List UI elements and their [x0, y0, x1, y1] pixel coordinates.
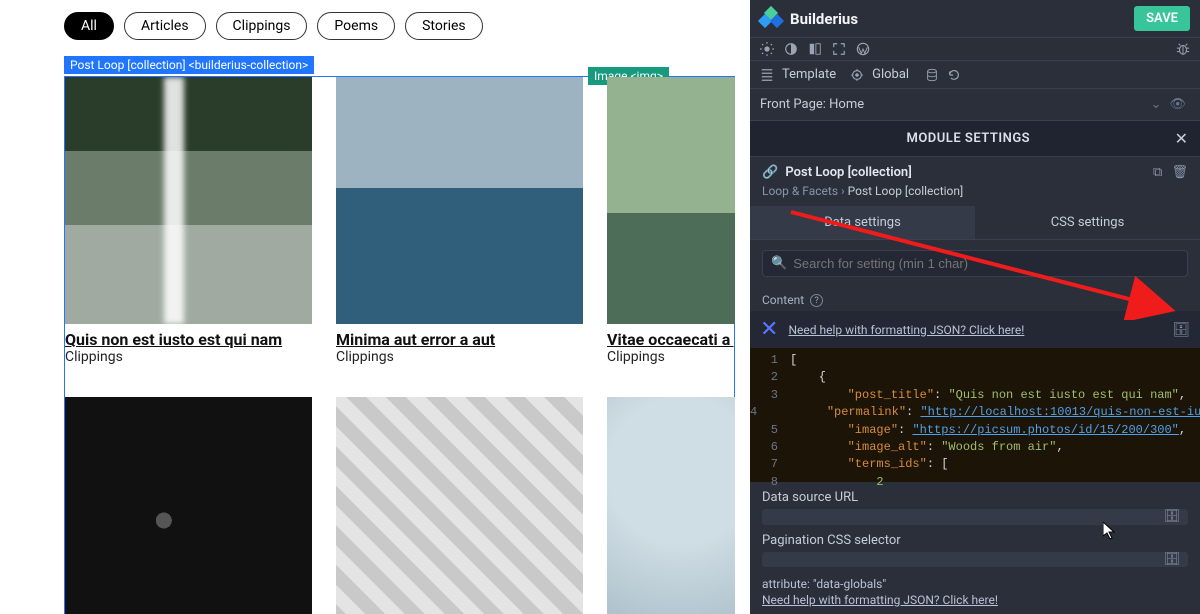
attribute-label: attribute: "data-globals" — [750, 567, 1200, 593]
module-breadcrumb: Loop & Facets › Post Loop [collection] — [750, 182, 1200, 206]
search-icon: 🔍 — [771, 256, 787, 271]
json-help-bar: ✕ Need help with formatting JSON? Click … — [750, 311, 1200, 348]
scope-row: Template Global — [750, 61, 1200, 89]
settings-search-input[interactable] — [793, 256, 1179, 271]
preview-canvas: All Articles Clippings Poems Stories Pos… — [0, 0, 735, 614]
post-loop-collection[interactable]: Quis non est iusto est qui nam Clippings… — [64, 76, 735, 614]
element-tag-collection[interactable]: Post Loop [collection] <builderius-colle… — [64, 56, 314, 74]
module-name: Post Loop [collection] — [785, 165, 911, 180]
preview-visibility-toggle[interactable]: 👁 — [1165, 97, 1190, 112]
page-selector-row: Front Page: Home ⌄ 👁 — [750, 89, 1200, 121]
content-data-source-icon[interactable]: 🗄 — [1172, 322, 1190, 338]
history-icon[interactable] — [947, 68, 961, 82]
module-settings-title: MODULE SETTINGS — [762, 131, 1175, 146]
template-label[interactable]: Template — [782, 67, 836, 82]
brand-name: Builderius — [790, 10, 1134, 28]
settings-search[interactable]: 🔍 — [762, 250, 1188, 277]
contrast-icon[interactable] — [784, 42, 798, 56]
post-card — [65, 397, 312, 614]
global-icon — [850, 68, 864, 82]
post-category: Clippings — [65, 349, 312, 365]
filter-stories[interactable]: Stories — [405, 12, 483, 40]
builderius-logo-icon — [760, 8, 782, 30]
module-settings-header: MODULE SETTINGS ✕ — [750, 121, 1200, 157]
fullscreen-icon[interactable] — [832, 42, 846, 56]
settings-search-row: 🔍 — [750, 240, 1200, 287]
builder-sidebar: Builderius SAVE Template Global Front Pa… — [750, 0, 1200, 614]
post-category: Clippings — [607, 349, 735, 365]
pagination-selector-input[interactable]: 🗄 — [762, 552, 1188, 568]
filter-clippings[interactable]: Clippings — [216, 12, 308, 40]
copy-module-icon[interactable]: ⧉ — [1153, 165, 1162, 180]
data-source-url-input[interactable]: 🗄 — [762, 509, 1188, 525]
post-card — [607, 397, 735, 614]
category-filters: All Articles Clippings Poems Stories — [64, 12, 735, 40]
tab-data-settings[interactable]: Data settings — [750, 206, 975, 240]
post-thumbnail[interactable] — [65, 397, 312, 614]
filter-poems[interactable]: Poems — [317, 12, 395, 40]
post-title[interactable]: Quis non est iusto est qui nam — [65, 330, 312, 349]
post-card: Quis non est iusto est qui nam Clippings — [65, 77, 312, 365]
top-toolbar — [750, 38, 1200, 61]
settings-tabs: Data settings CSS settings — [750, 206, 1200, 240]
post-card — [336, 397, 583, 614]
pagination-db-icon[interactable]: 🗄 — [1163, 552, 1180, 567]
template-icon — [760, 68, 774, 82]
sidebar-header: Builderius SAVE — [750, 0, 1200, 38]
post-title[interactable]: Vitae occaecati a placeat — [607, 330, 735, 349]
post-thumbnail[interactable] — [336, 77, 583, 324]
pagination-selector-label: Pagination CSS selector — [750, 525, 1200, 552]
filter-articles[interactable]: Articles — [124, 12, 206, 40]
wordpress-icon[interactable] — [856, 42, 870, 56]
filter-all[interactable]: All — [64, 12, 114, 40]
link-icon: 🔗 — [762, 165, 778, 180]
breadcrumb-parent[interactable]: Loop & Facets — [762, 184, 838, 198]
mouse-cursor — [1103, 522, 1117, 540]
current-page-label: Front Page: Home — [760, 97, 1147, 112]
save-button[interactable]: SAVE — [1134, 6, 1190, 31]
content-section-label: Content ? — [750, 287, 1200, 311]
bug-icon[interactable] — [1176, 42, 1190, 56]
post-card: Minima aut error a aut Clippings — [336, 77, 583, 365]
post-thumbnail[interactable] — [65, 77, 312, 324]
database-icon[interactable] — [925, 68, 939, 82]
inspect-icon[interactable] — [808, 42, 822, 56]
data-source-url-label: Data source URL — [750, 482, 1200, 509]
content-help-icon[interactable]: ? — [810, 294, 823, 307]
data-source-db-icon[interactable]: 🗄 — [1163, 509, 1180, 524]
brightness-icon[interactable] — [760, 42, 774, 56]
post-thumbnail[interactable] — [607, 77, 735, 324]
tab-css-settings[interactable]: CSS settings — [975, 206, 1200, 240]
dismiss-help-icon[interactable]: ✕ — [760, 317, 778, 342]
breadcrumb-current: Post Loop [collection] — [848, 184, 964, 198]
post-card: Vitae occaecati a placeat Clippings — [607, 77, 735, 365]
global-label[interactable]: Global — [872, 67, 909, 82]
delete-module-icon[interactable]: 🗑 — [1171, 165, 1188, 180]
module-name-row: 🔗 Post Loop [collection] ⧉ 🗑 — [750, 157, 1200, 182]
post-title[interactable]: Minima aut error a aut — [336, 330, 583, 349]
json-help-link[interactable]: Need help with formatting JSON? Click he… — [788, 323, 1172, 337]
content-json-editor[interactable]: 1[ 2 { 3 "post_title": "Quis non est ius… — [750, 348, 1200, 482]
post-category: Clippings — [336, 349, 583, 365]
post-thumbnail[interactable] — [336, 397, 583, 614]
close-module-settings[interactable]: ✕ — [1175, 129, 1188, 148]
post-thumbnail[interactable] — [607, 397, 735, 614]
json-help-link-bottom[interactable]: Need help with formatting JSON? Click he… — [762, 593, 998, 607]
page-dropdown-toggle[interactable]: ⌄ — [1147, 97, 1166, 112]
